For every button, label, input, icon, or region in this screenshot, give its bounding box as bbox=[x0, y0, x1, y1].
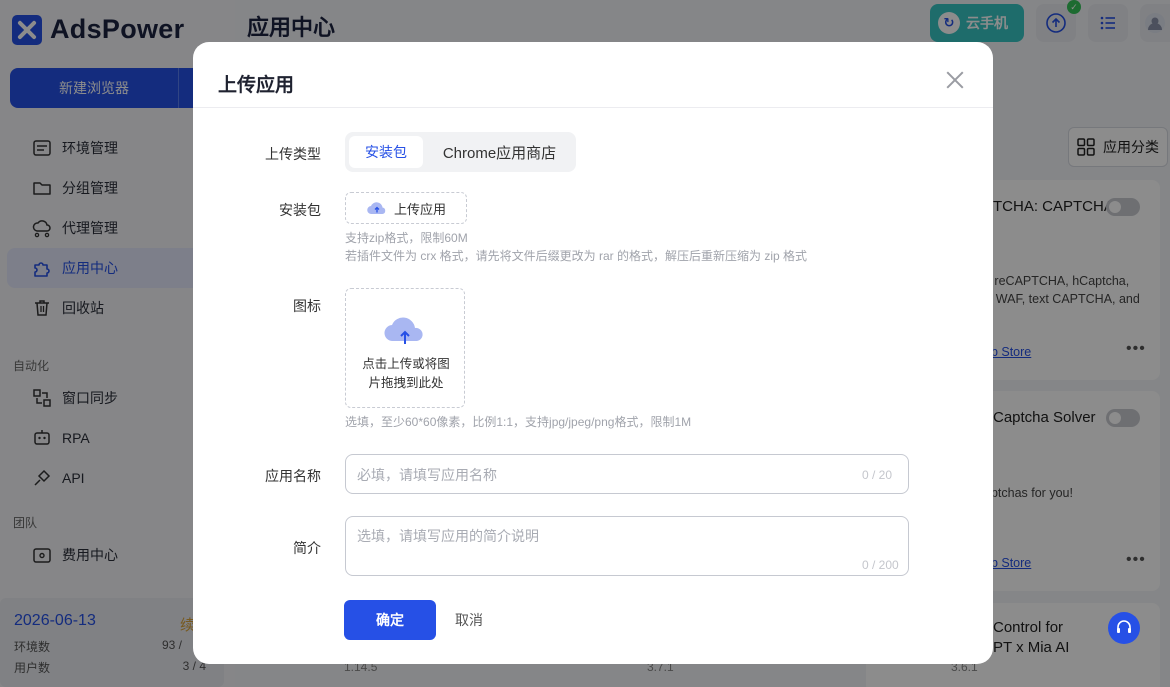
icon-label: 图标 bbox=[293, 298, 321, 314]
headset-icon bbox=[1117, 620, 1131, 633]
upload-app-dialog: 上传应用 上传类型 安装包 Chrome应用商店 安装包 上传应用 支持zip格… bbox=[193, 42, 993, 664]
confirm-button[interactable]: 确定 bbox=[344, 600, 436, 640]
upload-type-label: 上传类型 bbox=[265, 146, 321, 162]
description-label: 简介 bbox=[293, 540, 321, 556]
description-counter: 0 / 200 bbox=[862, 558, 899, 572]
app-name-label: 应用名称 bbox=[265, 468, 321, 484]
dialog-title: 上传应用 bbox=[218, 75, 295, 96]
dropzone-text: 点击上传或将图 片拖拽到此处 bbox=[356, 355, 456, 393]
app-name-counter: 0 / 20 bbox=[862, 468, 893, 482]
icon-hint: 选填，至少60*60像素，比例1:1，支持jpg/jpeg/png格式，限制1M bbox=[345, 415, 692, 429]
tab-chrome-store[interactable]: Chrome应用商店 bbox=[427, 136, 572, 168]
cloud-upload-icon bbox=[367, 202, 386, 215]
dropzone-text-line: 点击上传或将图 bbox=[362, 357, 450, 371]
upload-app-label: 上传应用 bbox=[393, 201, 446, 217]
cancel-button[interactable]: 取消 bbox=[455, 600, 483, 640]
package-hint-line: 支持zip格式，限制60M bbox=[345, 231, 468, 245]
package-label: 安装包 bbox=[279, 202, 321, 218]
description-input[interactable] bbox=[357, 526, 857, 566]
close-icon[interactable] bbox=[945, 70, 965, 90]
app-name-input[interactable] bbox=[357, 465, 837, 485]
cloud-upload-icon bbox=[384, 317, 423, 344]
customer-support-button[interactable] bbox=[1108, 612, 1140, 644]
package-hint-line: 若插件文件为 crx 格式，请先将文件后缀更改为 rar 的格式，解压后重新压缩… bbox=[345, 249, 808, 263]
upload-app-button[interactable]: 上传应用 bbox=[345, 192, 467, 224]
upload-type-switch: 安装包 Chrome应用商店 bbox=[345, 132, 576, 172]
description-field[interactable]: 0 / 200 bbox=[345, 516, 909, 576]
tab-install-package[interactable]: 安装包 bbox=[349, 136, 423, 168]
dropzone-text-line: 片拖拽到此处 bbox=[368, 376, 444, 390]
dialog-header: 上传应用 bbox=[193, 42, 993, 108]
app-name-field[interactable]: 0 / 20 bbox=[345, 454, 909, 494]
package-hint: 支持zip格式，限制60M 若插件文件为 crx 格式，请先将文件后缀更改为 r… bbox=[345, 229, 807, 265]
icon-upload-dropzone[interactable]: 点击上传或将图 片拖拽到此处 bbox=[345, 288, 465, 408]
